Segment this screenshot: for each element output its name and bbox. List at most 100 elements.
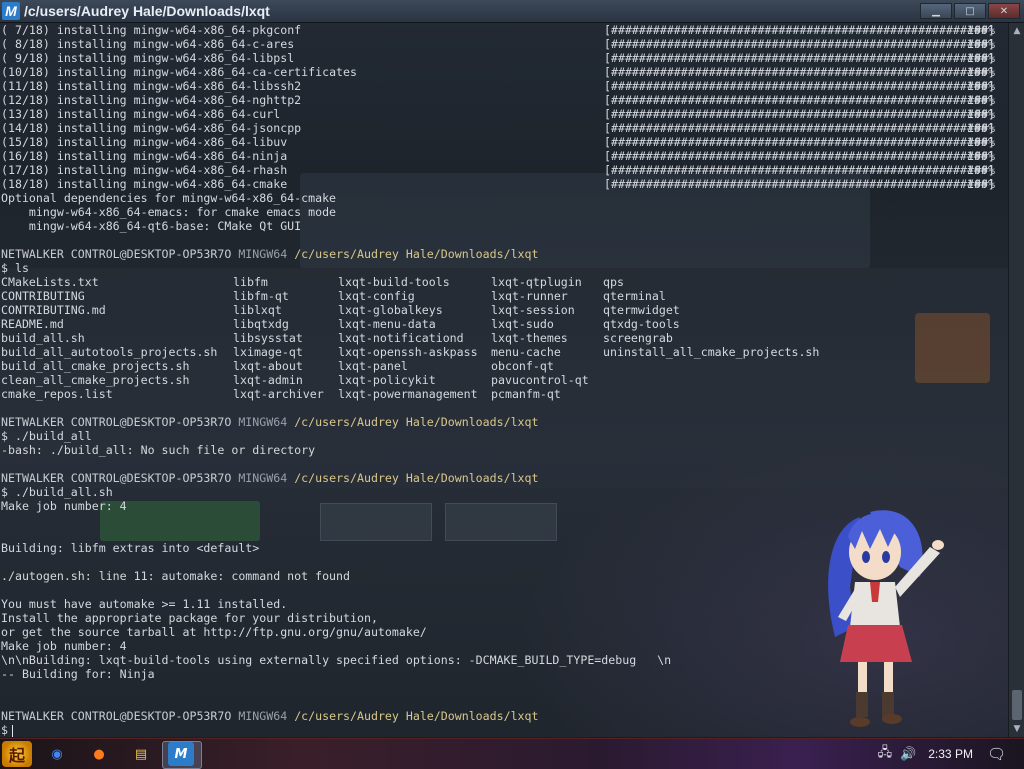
progress-percent: 100%	[967, 177, 995, 191]
ls-entry: liblxqt	[233, 303, 282, 317]
install-step: (17/18)	[1, 163, 50, 177]
ls-entry: build_all_autotools_projects.sh	[1, 345, 218, 359]
optional-dependency-line: Optional dependencies for mingw-w64-x86_…	[1, 191, 337, 205]
install-line: ( 9/18) installing mingw-w64-x86_64-libp…	[1, 51, 995, 65]
msys2-logo-icon: M	[2, 2, 20, 20]
ls-entry: lxqt-build-tools	[338, 275, 450, 289]
build-output-line: ./autogen.sh: line 11: automake: command…	[1, 569, 351, 583]
prompt-line: NETWALKER CONTROL@DESKTOP-OP53R7O MINGW6…	[1, 415, 671, 429]
ls-entry: libfm	[233, 275, 268, 289]
chrome-icon[interactable]: ◉	[44, 742, 70, 766]
install-package: installing mingw-w64-x86_64-rhash	[56, 163, 288, 177]
prompt-line: NETWALKER CONTROL@DESKTOP-OP53R7O MINGW6…	[1, 709, 671, 723]
install-line: ( 7/18) installing mingw-w64-x86_64-pkgc…	[1, 23, 995, 37]
ls-entry: lxqt-panel	[338, 359, 408, 373]
progress-percent: 100%	[967, 107, 995, 121]
ls-entry: cmake_repos.list	[1, 387, 113, 401]
terminal-output: ( 7/18) installing mingw-w64-x86_64-pkgc…	[1, 23, 995, 737]
prompt-path: /c/users/Audrey Hale/Downloads/lxqt	[294, 471, 539, 485]
minimize-button[interactable]: ▁	[920, 3, 952, 19]
optional-dependency-line: mingw-w64-x86_64-emacs: for cmake emacs …	[1, 205, 337, 219]
install-step: (11/18)	[1, 79, 50, 93]
firefox-icon[interactable]: ●	[86, 742, 112, 766]
build-output-line: \n\nBuilding: lxqt-build-tools using ext…	[1, 653, 672, 667]
ls-entry: README.md	[1, 317, 64, 331]
build-output-line: or get the source tarball at http://ftp.…	[1, 625, 427, 639]
ls-entry: lxqt-powermanagement	[338, 387, 478, 401]
ls-entry: lxqt-globalkeys	[338, 303, 443, 317]
ls-entry: libfm-qt	[233, 289, 289, 303]
ls-row: clean_all_cmake_projects.sh lxqt-admin lxq…	[1, 373, 671, 387]
ls-entry: qps	[603, 275, 624, 289]
taskbar-clock[interactable]: 2:33 PM	[928, 747, 973, 761]
progress-bar: [#######################################…	[604, 177, 995, 191]
install-step: ( 9/18)	[1, 51, 50, 65]
prompt-shell: MINGW64	[238, 415, 288, 429]
prompt-path: /c/users/Audrey Hale/Downloads/lxqt	[294, 415, 539, 429]
window-titlebar[interactable]: M /c/users/Audrey Hale/Downloads/lxqt ▁ …	[0, 0, 1024, 23]
ls-row: README.md libqtxdg lxqt-menu-data lxqt-sudo…	[1, 317, 680, 331]
ls-entry: lxqt-session	[491, 303, 575, 317]
ls-entry: lxqt-admin	[233, 373, 303, 387]
error-line: -bash: ./build_all: No such file or dire…	[1, 443, 316, 457]
ls-entry: CONTRIBUTING	[1, 289, 85, 303]
scrollbar-thumb[interactable]	[1012, 690, 1022, 720]
progress-percent: 100%	[967, 163, 995, 177]
ls-entry: menu-cache	[491, 345, 561, 359]
network-icon[interactable]: 🖧	[878, 743, 893, 765]
scroll-down-icon[interactable]: ▼	[1011, 723, 1023, 735]
ls-entry: clean_all_cmake_projects.sh	[1, 373, 190, 387]
progress-bar: [#######################################…	[604, 79, 995, 93]
ls-entry: lxqt-about	[233, 359, 303, 373]
ls-row: build_all.sh libsysstat lxqt-notificationd…	[1, 331, 673, 345]
progress-bar: [#######################################…	[604, 135, 995, 149]
ls-entry: lxqt-qtplugin	[491, 275, 582, 289]
ls-entry: lxqt-config	[338, 289, 415, 303]
progress-percent: 100%	[967, 79, 995, 93]
input-line: $	[1, 723, 671, 737]
volume-icon[interactable]: 🔊	[900, 747, 916, 762]
ls-entry: screengrab	[603, 331, 673, 345]
terminal-scrollbar[interactable]: ▲ ▼	[1008, 23, 1024, 737]
ls-entry: lximage-qt	[233, 345, 303, 359]
notification-icon[interactable]: 🗨	[987, 745, 1006, 763]
maximize-button[interactable]: □	[954, 3, 986, 19]
install-package: installing mingw-w64-x86_64-ninja	[56, 149, 288, 163]
install-step: (18/18)	[1, 177, 50, 191]
msys2-icon[interactable]: M	[168, 742, 194, 766]
close-button[interactable]: ✕	[988, 3, 1020, 19]
ls-entry: lxqt-themes	[491, 331, 568, 345]
install-step: ( 7/18)	[1, 23, 50, 37]
install-line: (16/18) installing mingw-w64-x86_64-ninj…	[1, 149, 995, 163]
install-package: installing mingw-w64-x86_64-libuv	[56, 135, 288, 149]
build-output-line	[1, 527, 671, 541]
install-package: installing mingw-w64-x86_64-ca-certifica…	[56, 65, 358, 79]
optional-dependency-line: mingw-w64-x86_64-qt6-base: CMake Qt GUI	[1, 219, 302, 233]
prompt-line: NETWALKER CONTROL@DESKTOP-OP53R7O MINGW6…	[1, 247, 671, 261]
build-output-line: Make job number: 4	[1, 639, 127, 653]
progress-percent: 100%	[967, 23, 995, 37]
start-button[interactable]: 起	[2, 741, 32, 767]
progress-bar: [#######################################…	[604, 163, 995, 177]
ls-entry: build_all_cmake_projects.sh	[1, 359, 190, 373]
window-controls: ▁ □ ✕	[920, 3, 1020, 19]
command-line: $ ./build_all	[1, 429, 92, 443]
ls-row: CMakeLists.txt libfm lxqt-build-tools lxqt-…	[1, 275, 671, 289]
explorer-icon[interactable]: ▤	[128, 742, 154, 766]
install-package: installing mingw-w64-x86_64-curl	[56, 107, 281, 121]
progress-percent: 100%	[967, 37, 995, 51]
ls-entry: lxqt-runner	[491, 289, 568, 303]
ls-row: cmake_repos.list lxqt-archiver lxqt-powerm…	[1, 387, 671, 401]
prompt-user-host: NETWALKER CONTROL@DESKTOP-OP53R7O	[1, 247, 232, 261]
progress-percent: 100%	[967, 121, 995, 135]
install-step: (15/18)	[1, 135, 50, 149]
scroll-up-icon[interactable]: ▲	[1011, 25, 1023, 37]
ls-entry: pavucontrol-qt	[491, 373, 589, 387]
progress-bar: [#######################################…	[604, 93, 995, 107]
command-line: $ ./build_all.sh	[1, 485, 113, 499]
install-line: (18/18) installing mingw-w64-x86_64-cmak…	[1, 177, 995, 191]
ls-entry: libqtxdg	[233, 317, 289, 331]
progress-bar: [#######################################…	[604, 121, 995, 135]
ls-entry: CMakeLists.txt	[1, 275, 99, 289]
